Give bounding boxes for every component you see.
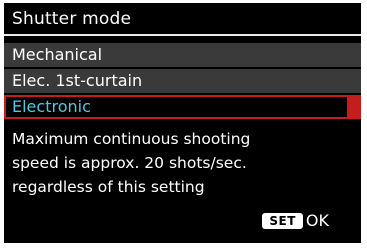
option-elec-1st-curtain[interactable]: Elec. 1st-curtain — [4, 69, 361, 93]
shutter-mode-options: Mechanical Elec. 1st-curtain Electronic — [4, 43, 361, 121]
menu-title: Shutter mode — [12, 9, 132, 29]
description-line: regardless of this setting — [12, 178, 205, 196]
set-button-icon: SET — [262, 212, 303, 229]
camera-menu-screen: Shutter mode Mechanical Elec. 1st-curtai… — [4, 3, 361, 243]
description-line: Maximum continuous shooting — [12, 130, 251, 148]
option-mechanical[interactable]: Mechanical — [4, 43, 361, 67]
setting-description: Maximum continuous shooting speed is app… — [12, 127, 352, 199]
option-electronic[interactable]: Electronic — [4, 95, 361, 119]
ok-label: OK — [305, 211, 329, 230]
description-line: speed is approx. 20 shots/sec. — [12, 154, 247, 172]
title-divider — [4, 34, 361, 36]
set-ok-button[interactable]: SET OK — [262, 211, 329, 230]
